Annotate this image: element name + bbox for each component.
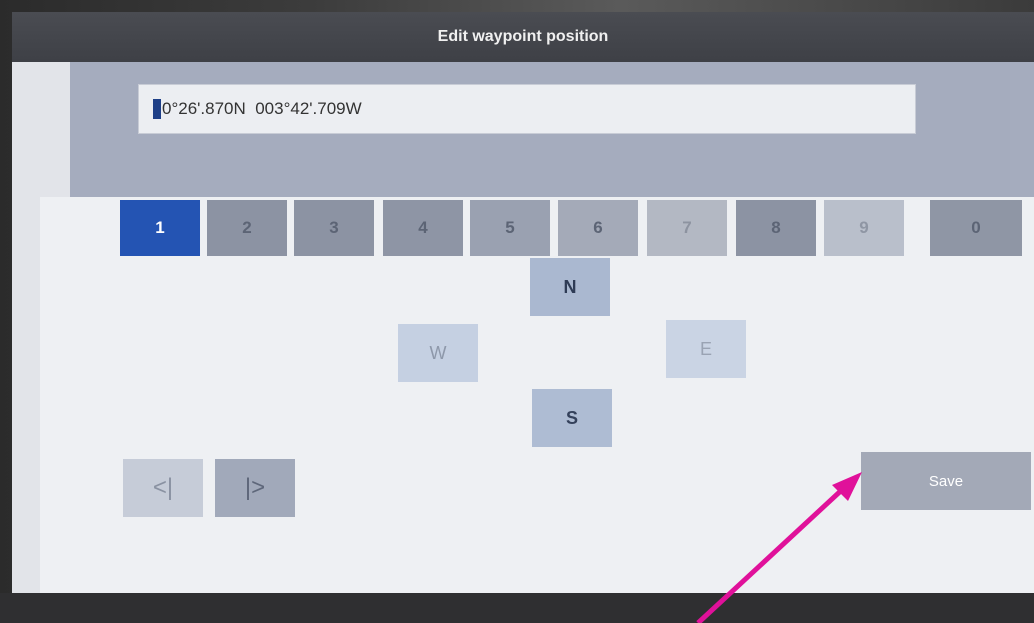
digit-key-3[interactable]: 3 <box>294 200 374 256</box>
text-cursor <box>153 99 161 119</box>
east-key[interactable]: E <box>666 320 746 378</box>
coordinate-input-band: 0°26'.870N 003°42'.709W <box>70 62 1034 197</box>
digit-key-0[interactable]: 0 <box>930 200 1022 256</box>
coordinate-value: 0°26'.870N 003°42'.709W <box>162 99 362 118</box>
touch-screen: Edit waypoint position 0°26'.870N 003°42… <box>12 12 1034 605</box>
save-button[interactable]: Save <box>861 452 1031 510</box>
west-key[interactable]: W <box>398 324 478 382</box>
digit-key-2[interactable]: 2 <box>207 200 287 256</box>
digit-key-5[interactable]: 5 <box>470 200 550 256</box>
digit-key-4[interactable]: 4 <box>383 200 463 256</box>
coordinate-field[interactable]: 0°26'.870N 003°42'.709W <box>138 84 916 134</box>
digit-key-1[interactable]: 1 <box>120 200 200 256</box>
digit-key-7[interactable]: 7 <box>647 200 727 256</box>
north-key[interactable]: N <box>530 258 610 316</box>
cursor-left-button[interactable]: <| <box>123 459 203 517</box>
digit-key-9[interactable]: 9 <box>824 200 904 256</box>
digit-key-8[interactable]: 8 <box>736 200 816 256</box>
cursor-right-button[interactable]: |> <box>215 459 295 517</box>
device-bottom-bezel <box>0 593 1034 623</box>
dialog-title: Edit waypoint position <box>12 12 1034 62</box>
south-key[interactable]: S <box>532 389 612 447</box>
digit-key-6[interactable]: 6 <box>558 200 638 256</box>
